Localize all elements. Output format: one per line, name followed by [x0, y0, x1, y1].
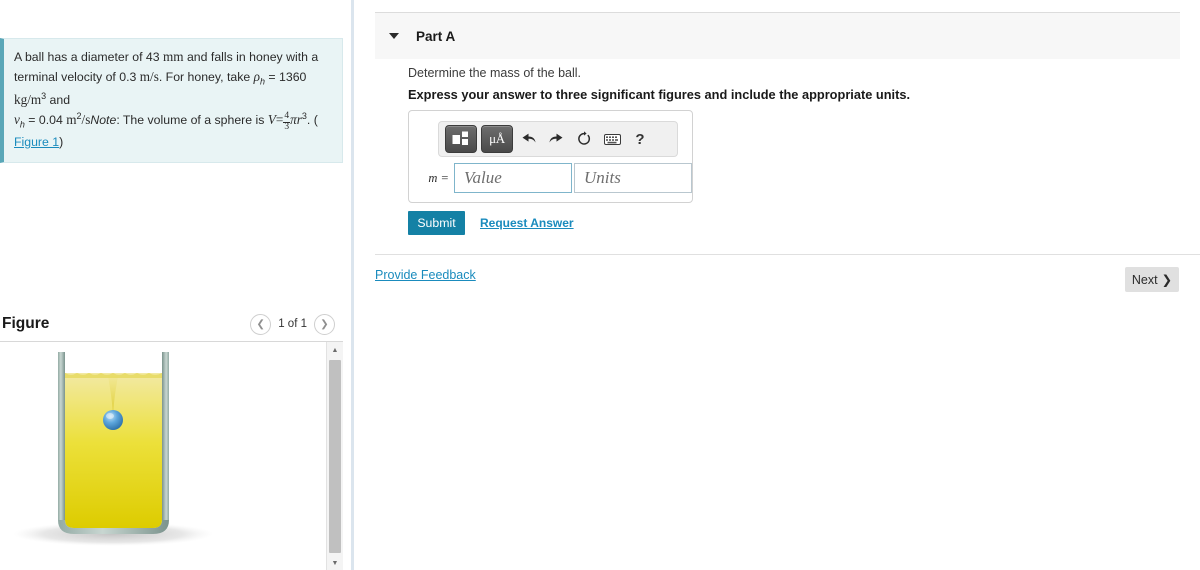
provide-feedback-link[interactable]: Provide Feedback	[375, 268, 476, 282]
problem-text-line2c: and	[49, 92, 71, 107]
reset-glyph	[578, 131, 591, 145]
next-button[interactable]: Next ❯	[1125, 267, 1179, 292]
figure-panel: ▲ ▼	[0, 341, 343, 570]
submit-button[interactable]: Submit	[408, 211, 465, 235]
answer-entry-box: μÅ ? m = Value Units	[408, 110, 693, 203]
chevron-right-icon: ❯	[1161, 273, 1173, 287]
variable-label: m =	[428, 170, 449, 185]
unit-m2-per-s-rest: /s	[81, 112, 91, 128]
section-divider	[375, 254, 1200, 255]
request-answer-link[interactable]: Request Answer	[480, 216, 574, 230]
exercise-page: A ball has a diameter of 43 mm and falls…	[0, 0, 1200, 570]
left-panel: A ball has a diameter of 43 mm and falls…	[0, 0, 353, 570]
problem-text-line2b: . For honey, take	[158, 70, 251, 85]
keyboard-glyph	[603, 133, 621, 145]
units-input[interactable]: Units	[574, 163, 692, 193]
help-icon[interactable]: ?	[627, 126, 653, 152]
scroll-down-arrow-icon[interactable]: ▼	[327, 555, 343, 570]
figure-counter: 1 of 1	[278, 318, 307, 330]
part-a-header[interactable]: Part A	[375, 12, 1180, 59]
figure-scrollbar[interactable]: ▲ ▼	[326, 342, 343, 570]
undo-arrow-icon[interactable]	[515, 126, 541, 152]
reset-circular-arrow-icon[interactable]	[571, 126, 597, 152]
falling-ball	[103, 410, 123, 430]
note-label: Note	[90, 113, 117, 128]
column-divider	[351, 0, 354, 570]
paren-close: )	[59, 134, 64, 149]
units-symbol-icon[interactable]: μÅ	[481, 125, 513, 153]
unit-mm: mm	[163, 49, 184, 64]
problem-statement: A ball has a diameter of 43 mm and falls…	[0, 38, 343, 163]
math-template-glyph	[452, 131, 468, 145]
part-a-label: Part A	[416, 28, 456, 44]
beaker-left-wall	[58, 352, 65, 520]
figure-navigation: ❮ 1 of 1 ❯	[250, 313, 343, 335]
rho-equals: = 1360	[268, 70, 307, 85]
paren-open: . (	[306, 113, 318, 128]
question-prompt: Determine the mass of the ball.	[408, 66, 581, 80]
scrollbar-thumb[interactable]	[329, 360, 341, 553]
note-text: : The volume of a sphere is	[116, 113, 265, 128]
problem-text-line2: velocity of 0.3	[61, 70, 137, 85]
unit-m-per-s: m/s	[139, 69, 159, 85]
value-input[interactable]: Value	[454, 163, 572, 193]
unit-kg-per-m3: kg/m	[14, 91, 42, 107]
caret-down-icon[interactable]	[389, 33, 399, 39]
figure-title: Figure	[2, 315, 50, 332]
scroll-up-arrow-icon[interactable]: ▲	[327, 342, 343, 358]
pi-r-term: πr	[290, 112, 302, 128]
beaker-honey-ball-illustration	[13, 352, 213, 546]
nu-subscript: h	[19, 119, 25, 130]
right-panel: Part A Determine the mass of the ball. E…	[375, 0, 1200, 570]
units-symbol-label: μÅ	[489, 131, 505, 146]
unit-m2-per-s: m	[66, 112, 77, 128]
beaker-right-wall	[162, 352, 169, 520]
ball-highlight	[106, 413, 114, 419]
math-toolbar: μÅ ?	[438, 121, 678, 157]
redo-arrow-icon[interactable]	[543, 126, 569, 152]
figure-header: Figure ❮ 1 of 1 ❯	[0, 306, 343, 342]
keyboard-icon[interactable]	[599, 126, 625, 152]
undo-glyph	[522, 133, 535, 142]
volume-equals: =	[275, 112, 284, 128]
nu-equals: = 0.04	[28, 113, 63, 128]
next-button-label: Next	[1131, 272, 1158, 287]
question-instruction: Express your answer to three significant…	[408, 87, 911, 102]
volume-symbol: V	[267, 112, 276, 128]
chevron-left-icon[interactable]: ❮	[250, 313, 272, 335]
rho-subscript: h	[259, 76, 265, 87]
unit-kg-per-m3-exponent: 3	[41, 90, 47, 101]
math-template-icon[interactable]	[445, 125, 477, 153]
answer-input-row: m = Value Units	[419, 163, 692, 193]
chevron-right-icon[interactable]: ❯	[314, 313, 335, 335]
figure-1-link[interactable]: Figure 1	[14, 135, 59, 149]
redo-glyph	[549, 133, 562, 142]
problem-text-line1: A ball has a diameter of 43	[14, 50, 160, 64]
